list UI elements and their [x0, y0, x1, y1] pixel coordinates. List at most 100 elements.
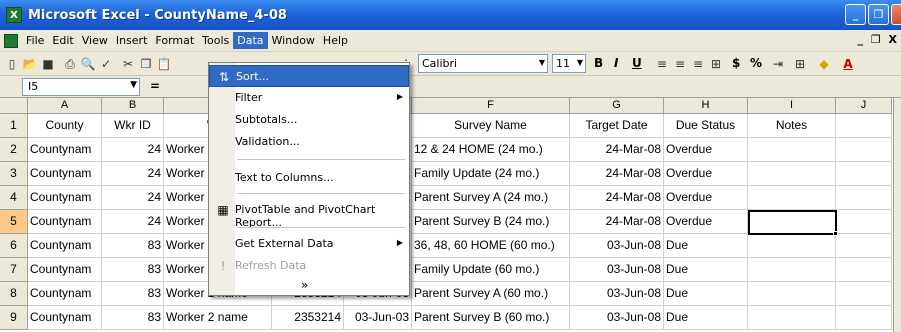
cell-wkr-id[interactable]: 24 — [102, 210, 164, 234]
copy-icon[interactable]: ❐ — [138, 56, 154, 72]
cell-j[interactable] — [836, 162, 892, 186]
cell-wkr-id[interactable]: 83 — [102, 234, 164, 258]
minimize-button[interactable]: _ — [845, 4, 866, 25]
close-button[interactable] — [891, 4, 901, 25]
menu-file[interactable]: File — [22, 32, 48, 49]
cell-survey[interactable]: 12 & 24 HOME (24 mo.) — [412, 138, 570, 162]
active-cell-selection[interactable] — [748, 210, 838, 236]
font-name-select[interactable]: Calibri ▼ — [418, 54, 548, 73]
menu-item-get-external-data[interactable]: Get External Data ▶ — [209, 233, 409, 255]
open-folder-icon[interactable]: 📂 — [22, 56, 38, 72]
row-header-5[interactable]: 5 — [0, 210, 28, 234]
column-header-b[interactable]: B — [102, 98, 164, 114]
cell-county[interactable]: Countynam — [28, 258, 102, 282]
cut-icon[interactable]: ✂ — [120, 56, 136, 72]
cell-survey[interactable]: Parent Survey B (24 mo.) — [412, 210, 570, 234]
menu-item-text-to-columns[interactable]: Text to Columns... — [209, 167, 409, 189]
menu-format[interactable]: Format — [151, 32, 198, 49]
row-header-9[interactable]: 9 — [0, 306, 28, 330]
menu-tools[interactable]: Tools — [198, 32, 233, 49]
cell-notes[interactable] — [748, 282, 836, 306]
cell-county[interactable]: Countynam — [28, 186, 102, 210]
cell-survey[interactable]: Family Update (60 mo.) — [412, 258, 570, 282]
cell-survey[interactable]: Parent Survey A (24 mo.) — [412, 186, 570, 210]
menu-item-pivottable[interactable]: ▦ PivotTable and PivotChart Report... — [209, 199, 409, 229]
select-all-corner[interactable] — [0, 98, 28, 114]
cell-survey[interactable]: Parent Survey B (60 mo.) — [412, 306, 570, 330]
menu-item-sort[interactable]: ⇅ Sort... — [209, 65, 409, 87]
cell-target[interactable]: 24-Mar-08 — [570, 162, 664, 186]
header-cell-wkr-id[interactable]: Wkr ID — [102, 114, 164, 138]
cell-wkr-id[interactable]: 24 — [102, 186, 164, 210]
align-left-icon[interactable]: ≡ — [654, 56, 670, 72]
header-cell-target[interactable]: Target Date — [570, 114, 664, 138]
row-header-6[interactable]: 6 — [0, 234, 28, 258]
cell-status[interactable]: Due — [664, 234, 748, 258]
column-header-g[interactable]: G — [570, 98, 664, 114]
cell-j[interactable] — [836, 258, 892, 282]
font-color-icon[interactable]: A — [840, 56, 856, 72]
menu-window[interactable]: Window — [268, 32, 319, 49]
cell-j[interactable] — [836, 306, 892, 330]
underline-button[interactable]: U — [632, 56, 642, 70]
cell-status[interactable]: Overdue — [664, 210, 748, 234]
cell-j[interactable] — [836, 210, 892, 234]
cell-notes[interactable] — [748, 258, 836, 282]
fill-handle[interactable] — [833, 231, 838, 236]
cell-d[interactable]: 2353214 — [272, 306, 344, 330]
percent-button[interactable]: % — [750, 56, 762, 70]
cell-j[interactable] — [836, 138, 892, 162]
name-box[interactable]: I5 ▼ — [22, 78, 140, 96]
cell-status[interactable]: Due — [664, 306, 748, 330]
cell-county[interactable]: Countynam — [28, 306, 102, 330]
column-header-f[interactable]: F — [412, 98, 570, 114]
cell-wkr-id[interactable]: 83 — [102, 306, 164, 330]
document-window-controls[interactable]: _ ❐ X — [857, 33, 899, 46]
menu-data[interactable]: Data — [233, 32, 268, 49]
row-header-4[interactable]: 4 — [0, 186, 28, 210]
menu-item-filter[interactable]: Filter ▶ — [209, 87, 409, 109]
menu-item-validation[interactable]: Validation... — [209, 131, 409, 153]
cell-wkr-id[interactable]: 83 — [102, 258, 164, 282]
cell-j[interactable] — [836, 186, 892, 210]
header-cell-county[interactable]: County — [28, 114, 102, 138]
cell-status[interactable]: Overdue — [664, 186, 748, 210]
new-document-icon[interactable]: ▯ — [4, 56, 20, 72]
font-size-select[interactable]: 11 ▼ — [552, 54, 586, 73]
cell-survey[interactable]: Parent Survey A (60 mo.) — [412, 282, 570, 306]
cell-county[interactable]: Countynam — [28, 162, 102, 186]
cell-target[interactable]: 03-Jun-08 — [570, 234, 664, 258]
cell-target[interactable]: 24-Mar-08 — [570, 186, 664, 210]
column-header-i[interactable]: I — [748, 98, 836, 114]
cell-status[interactable]: Overdue — [664, 162, 748, 186]
cell-county[interactable]: Countynam — [28, 282, 102, 306]
cell-target[interactable]: 03-Jun-08 — [570, 306, 664, 330]
column-header-h[interactable]: H — [664, 98, 748, 114]
cell-status[interactable]: Due — [664, 282, 748, 306]
cell-survey[interactable]: Family Update (24 mo.) — [412, 162, 570, 186]
workbook-icon[interactable] — [4, 33, 18, 48]
cell-notes[interactable] — [748, 186, 836, 210]
menu-view[interactable]: View — [78, 32, 112, 49]
cell-wkr-id[interactable]: 24 — [102, 162, 164, 186]
cell-county[interactable]: Countynam — [28, 210, 102, 234]
spelling-icon[interactable]: ✓ — [98, 56, 114, 72]
cell-wkr-id[interactable]: 83 — [102, 282, 164, 306]
cell-notes[interactable] — [748, 234, 836, 258]
cell-j[interactable] — [836, 114, 892, 138]
print-icon[interactable]: ⎙ — [62, 56, 78, 72]
row-header-8[interactable]: 8 — [0, 282, 28, 306]
cell-e[interactable]: 03-Jun-03 — [344, 306, 412, 330]
cell-notes[interactable] — [748, 138, 836, 162]
header-cell-notes[interactable]: Notes — [748, 114, 836, 138]
maximize-button[interactable]: ❐ — [868, 4, 889, 25]
cell-county[interactable]: Countynam — [28, 234, 102, 258]
paste-icon[interactable]: 📋 — [156, 56, 172, 72]
formula-equals[interactable]: = — [150, 79, 160, 93]
cell-status[interactable]: Overdue — [664, 138, 748, 162]
header-cell-status[interactable]: Due Status — [664, 114, 748, 138]
indent-icon[interactable]: ⇥ — [770, 56, 786, 72]
cell-j[interactable] — [836, 234, 892, 258]
excel-app-icon[interactable]: X — [6, 7, 22, 23]
bold-button[interactable]: B — [594, 56, 603, 70]
